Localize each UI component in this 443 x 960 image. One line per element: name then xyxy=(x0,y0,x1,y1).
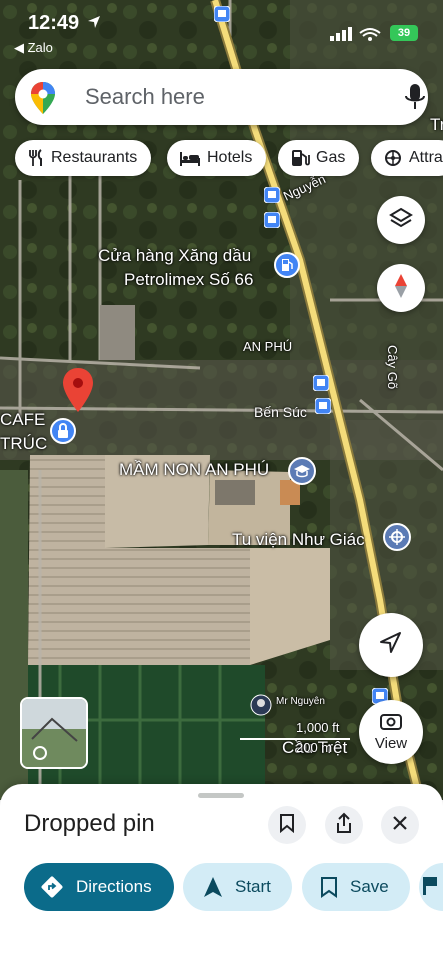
signal-icon xyxy=(330,27,386,46)
start-button[interactable]: Start xyxy=(183,863,292,911)
category-chips: Restaurants Hotels Gas Attra xyxy=(0,140,443,178)
save-label: Save xyxy=(350,877,389,896)
directions-button[interactable]: Directions xyxy=(24,863,174,911)
poi-label-cafe-2[interactable]: TRÚC xyxy=(0,434,47,454)
bus-stop-icon[interactable] xyxy=(312,374,330,396)
chip-label: Gas xyxy=(316,149,346,166)
directions-icon xyxy=(40,875,64,899)
layers-icon xyxy=(389,206,413,235)
location-arrow-icon xyxy=(86,14,102,35)
chip-gas[interactable]: Gas xyxy=(278,140,360,176)
dropped-pin-icon[interactable] xyxy=(62,368,94,417)
gas-station-marker[interactable] xyxy=(274,252,300,283)
close-icon xyxy=(392,815,408,836)
microphone-icon[interactable] xyxy=(403,83,427,116)
back-to-app[interactable]: ◀ Zalo xyxy=(14,40,53,56)
chip-label: Attra xyxy=(409,149,443,166)
chip-label: Hotels xyxy=(207,149,253,166)
avatar-name: Mr Nguyên xyxy=(276,696,325,707)
flag-icon xyxy=(423,875,437,900)
bus-stop-icon[interactable] xyxy=(314,397,332,419)
poi-label-cafe[interactable]: CAFE xyxy=(0,410,45,430)
layers-button[interactable] xyxy=(377,196,425,244)
share-button[interactable] xyxy=(325,806,363,844)
navigation-arrow-icon xyxy=(378,630,404,661)
drag-handle[interactable] xyxy=(198,793,244,798)
directions-label: Directions xyxy=(76,877,152,896)
road-label-ben-suc: Bến Súc xyxy=(254,404,307,420)
status-bar: 12:49 ◀ Zalo 39 xyxy=(0,0,443,60)
maps-pin-icon xyxy=(31,82,55,119)
status-time: 12:49 xyxy=(28,12,80,34)
area-label-an-phu: AN PHÚ xyxy=(243,339,293,354)
street-view-thumbnail[interactable] xyxy=(20,697,88,769)
scale-ft: 1,000 ft xyxy=(296,720,340,735)
battery-indicator: 39 xyxy=(390,25,418,41)
chip-attractions[interactable]: Attra xyxy=(371,140,443,176)
chip-hotels[interactable]: Hotels xyxy=(167,140,267,176)
bookmark-icon xyxy=(320,876,338,898)
poi-label-tu-vien[interactable]: Tu viện Như Giác xyxy=(232,530,365,550)
road-label-tr: Tr xyxy=(430,115,443,134)
view-button[interactable]: View xyxy=(359,700,423,764)
attraction-icon xyxy=(383,148,403,168)
compass-button[interactable] xyxy=(377,264,425,312)
bookmark-button[interactable] xyxy=(268,806,306,844)
back-app-label: Zalo xyxy=(27,40,53,55)
lock-marker[interactable] xyxy=(50,418,76,449)
search-input[interactable]: Search here xyxy=(85,84,205,110)
scale-m: 200 m xyxy=(296,740,333,755)
camera-lens-icon xyxy=(380,712,402,735)
temple-marker[interactable] xyxy=(383,523,411,556)
bookmark-icon xyxy=(279,813,295,838)
more-actions-button[interactable] xyxy=(419,863,443,911)
search-bar[interactable]: Search here xyxy=(15,69,428,125)
road-label-cay-go: Cây Gõ xyxy=(385,345,400,390)
place-bottom-sheet[interactable]: Dropped pin Directions Start Save xyxy=(0,784,443,960)
user-avatar[interactable] xyxy=(250,694,272,721)
compass-icon xyxy=(391,273,411,304)
poi-label-petrolimex-2[interactable]: Petrolimex Số 66 xyxy=(124,270,253,290)
save-button[interactable]: Save xyxy=(302,863,410,911)
bed-icon xyxy=(179,149,201,167)
school-marker[interactable] xyxy=(288,457,316,490)
poi-label-mam-non[interactable]: MẦM NON AN PHÚ xyxy=(119,460,269,480)
close-button[interactable] xyxy=(381,806,419,844)
fork-knife-icon xyxy=(27,149,45,167)
chip-restaurants[interactable]: Restaurants xyxy=(15,140,152,176)
bus-stop-icon[interactable] xyxy=(263,186,281,208)
start-label: Start xyxy=(235,877,271,896)
bus-stop-icon[interactable] xyxy=(263,211,281,233)
my-location-button[interactable] xyxy=(359,613,423,677)
navigation-arrow-icon xyxy=(203,876,223,898)
view-label: View xyxy=(374,735,408,752)
place-title: Dropped pin xyxy=(24,810,155,837)
gas-pump-icon xyxy=(290,148,310,168)
poi-label-petrolimex[interactable]: Cửa hàng Xăng dầu xyxy=(98,246,251,266)
share-icon xyxy=(335,812,353,839)
chip-label: Restaurants xyxy=(51,149,138,166)
